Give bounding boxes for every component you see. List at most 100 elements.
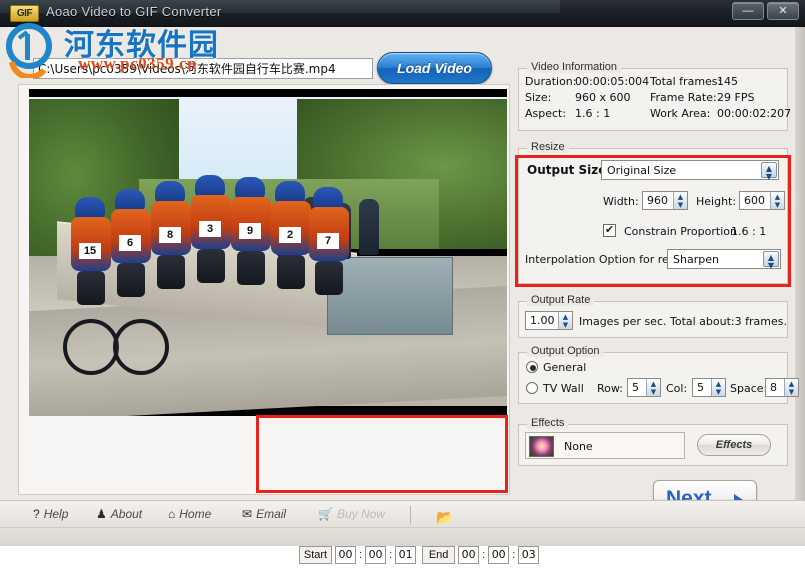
tvwall-radio[interactable] bbox=[526, 382, 538, 394]
frame-rate-value: 29 FPS bbox=[717, 91, 755, 104]
constrain-proportion-ratio: 1.6 : 1 bbox=[731, 225, 767, 238]
total-frames-value: 145 bbox=[717, 75, 738, 88]
size-label: Size: bbox=[525, 91, 552, 104]
window-controls: — ✕ bbox=[732, 2, 799, 20]
end-time-label: End bbox=[422, 546, 456, 564]
output-size-select[interactable]: Original Size ▲ ▼ bbox=[601, 160, 779, 181]
footer-label-buy-now: Buy Now bbox=[336, 507, 385, 521]
interpolation-select[interactable]: Sharpen ▲ ▼ bbox=[667, 249, 781, 270]
resize-panel: Resize Output Size: Original Size ▲ ▼ Wid… bbox=[518, 141, 788, 284]
output-rate-panel: Output Rate 1.00 ▲ ▼ Images per sec. Tota… bbox=[518, 294, 788, 338]
row-label: Row: bbox=[597, 382, 623, 395]
start-colon-2: : bbox=[389, 549, 393, 561]
col-value: 5 bbox=[697, 381, 704, 394]
effects-button[interactable]: Effects bbox=[697, 434, 771, 456]
col-label: Col: bbox=[666, 382, 688, 395]
width-spinner-icon[interactable]: ▲ ▼ bbox=[673, 192, 687, 209]
col-input[interactable]: 5 ▲ ▼ bbox=[692, 378, 726, 397]
constrain-proportion-checkbox[interactable]: ✔ bbox=[603, 224, 616, 237]
video-information-panel: Video Information Duration: 00:00:05:004… bbox=[518, 61, 792, 131]
video-path-input[interactable]: C:\Users\pc0359\Videos\河东软件园自行车比赛.mp4 bbox=[33, 58, 373, 79]
footer-item-buy-now[interactable]: 🛒 Buy Now bbox=[318, 507, 385, 525]
width-input[interactable]: 960 ▲ ▼ bbox=[642, 191, 688, 210]
home-icon: ⌂ bbox=[168, 507, 176, 521]
scene-bicycle bbox=[63, 315, 169, 379]
video-frame[interactable]: 15 6 8 3 9 2 7 bbox=[29, 89, 507, 416]
size-value: 960 x 600 bbox=[575, 91, 631, 104]
total-frames-label: Total frames: bbox=[650, 75, 722, 88]
height-spinner-icon[interactable]: ▲ ▼ bbox=[770, 192, 784, 209]
info-person-icon: ♟ bbox=[96, 507, 107, 521]
video-scene: 15 6 8 3 9 2 7 bbox=[29, 89, 507, 416]
load-video-button[interactable]: Load Video bbox=[377, 52, 492, 84]
height-input[interactable]: 600 ▲ ▼ bbox=[739, 191, 785, 210]
end-minutes-input[interactable]: 00 bbox=[488, 546, 510, 564]
footer-label-help: Help bbox=[43, 507, 69, 521]
footer-label-about: About bbox=[110, 507, 143, 521]
footer-item-email[interactable]: ✉ Email bbox=[242, 507, 286, 525]
application-window: GIF Aoao Video to GIF Converter — ✕ C:\U… bbox=[0, 0, 805, 564]
output-rate-legend: Output Rate bbox=[527, 294, 595, 306]
current-effect-field[interactable]: None bbox=[525, 432, 685, 459]
row-value: 5 bbox=[632, 381, 639, 394]
scene-riders: 15 6 8 3 9 2 7 bbox=[69, 175, 359, 305]
tvwall-label: TV Wall bbox=[543, 382, 584, 395]
output-size-value: Original Size bbox=[607, 164, 677, 177]
general-label: General bbox=[543, 361, 587, 374]
start-minutes-input[interactable]: 00 bbox=[365, 546, 387, 564]
effects-legend: Effects bbox=[527, 417, 569, 429]
end-hours-input[interactable]: 00 bbox=[458, 546, 480, 564]
footer-separator bbox=[410, 506, 411, 524]
output-option-panel: Output Option General TV Wall Row: 5 ▲ ▼ … bbox=[518, 345, 799, 404]
footer-label-email: Email bbox=[256, 507, 287, 521]
start-seconds-input[interactable]: 01 bbox=[395, 546, 417, 564]
interpolation-chevron-icon[interactable]: ▲ ▼ bbox=[763, 251, 779, 270]
footer-toolbar: ? Help ♟ About ⌂ Home ✉ Email 🛒 Buy Now 📂 bbox=[0, 500, 805, 546]
interpolation-value: Sharpen bbox=[673, 253, 719, 266]
general-radio[interactable] bbox=[526, 361, 538, 373]
space-spinner-icon[interactable]: ▲ ▼ bbox=[784, 379, 798, 396]
start-time-label: Start bbox=[299, 546, 332, 564]
open-folder-icon[interactable]: 📂 bbox=[436, 509, 453, 526]
output-rate-value: 1.00 bbox=[530, 314, 555, 327]
close-button[interactable]: ✕ bbox=[767, 2, 799, 20]
resize-legend: Resize bbox=[527, 141, 569, 153]
output-rate-description: Images per sec. Total about:3 frames. bbox=[579, 315, 787, 328]
col-spinner-icon[interactable]: ▲ ▼ bbox=[711, 379, 725, 396]
aspect-value: 1.6 : 1 bbox=[575, 107, 611, 120]
output-rate-input[interactable]: 1.00 ▲ ▼ bbox=[525, 311, 573, 330]
start-hours-input[interactable]: 00 bbox=[335, 546, 356, 564]
work-area-value: 00:00:02:207 bbox=[717, 107, 792, 120]
width-label: Width: bbox=[603, 195, 639, 208]
width-value: 960 bbox=[647, 194, 668, 207]
constrain-proportion-label: Constrain Proportion bbox=[624, 225, 737, 238]
question-mark-icon: ? bbox=[33, 507, 40, 521]
trim-time-row: Start 00 : 00 : 01 End 00 : 00 : 03 bbox=[299, 545, 540, 565]
space-input[interactable]: 8 ▲ ▼ bbox=[765, 378, 799, 397]
start-colon-1: : bbox=[359, 549, 363, 561]
title-bar: GIF Aoao Video to GIF Converter — ✕ bbox=[0, 0, 805, 27]
height-value: 600 bbox=[744, 194, 765, 207]
footer-label-home: Home bbox=[179, 507, 212, 521]
shopping-cart-icon: 🛒 bbox=[318, 507, 333, 521]
effect-thumbnail-icon bbox=[529, 436, 554, 457]
output-option-legend: Output Option bbox=[527, 345, 604, 357]
minimize-button[interactable]: — bbox=[732, 2, 764, 20]
app-icon: GIF bbox=[10, 5, 39, 22]
video-information-legend: Video Information bbox=[527, 61, 622, 73]
footer-item-about[interactable]: ♟ About bbox=[96, 507, 142, 525]
chevron-updown-icon[interactable]: ▲ ▼ bbox=[761, 162, 777, 181]
end-seconds-input[interactable]: 03 bbox=[518, 546, 540, 564]
window-title: Aoao Video to GIF Converter bbox=[46, 4, 222, 19]
height-label: Height: bbox=[696, 195, 737, 208]
footer-item-help[interactable]: ? Help bbox=[33, 507, 68, 525]
right-rail bbox=[795, 27, 805, 500]
duration-value: 00:00:05:004 bbox=[575, 75, 650, 88]
video-preview-panel: 15 6 8 3 9 2 7 ▶ ❚❚ bbox=[18, 84, 540, 564]
effects-panel: Effects None Effects bbox=[518, 417, 788, 466]
footer-item-home[interactable]: ⌂ Home bbox=[168, 507, 211, 525]
output-rate-spinner-icon[interactable]: ▲ ▼ bbox=[558, 312, 572, 329]
row-spinner-icon[interactable]: ▲ ▼ bbox=[646, 379, 660, 396]
output-size-label: Output Size: bbox=[527, 163, 612, 177]
row-input[interactable]: 5 ▲ ▼ bbox=[627, 378, 661, 397]
